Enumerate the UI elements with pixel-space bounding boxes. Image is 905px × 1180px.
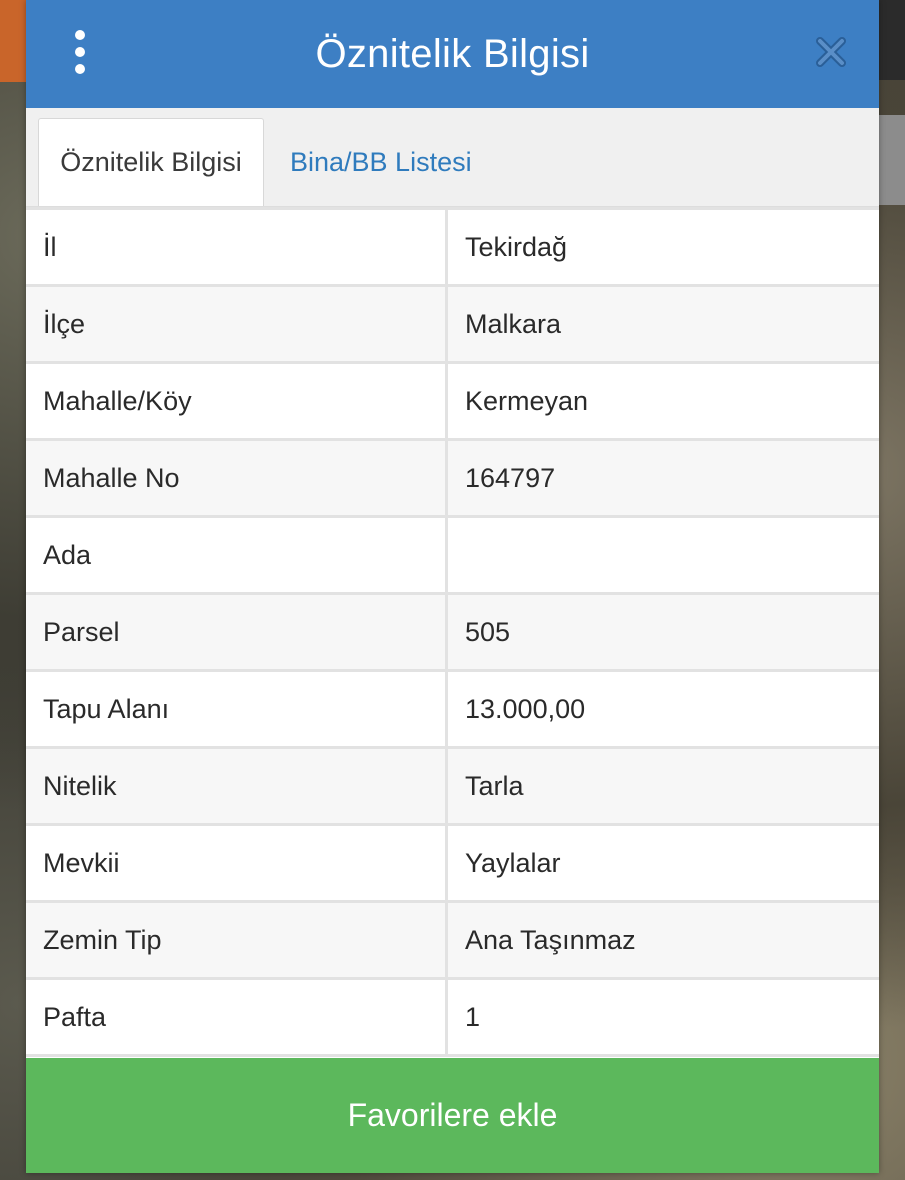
table-row: Parsel 505 — [26, 592, 879, 672]
row-value: Tekirdağ — [445, 207, 879, 287]
tab-attribute-info[interactable]: Öznitelik Bilgisi — [38, 118, 264, 206]
attribute-table: İl Tekirdağ İlçe Malkara Mahalle/Köy Ker… — [26, 207, 879, 1057]
row-value: Malkara — [445, 284, 879, 364]
tab-building-list[interactable]: Bina/BB Listesi — [290, 118, 472, 206]
table-row: Ada — [26, 515, 879, 595]
row-key: Pafta — [26, 977, 448, 1057]
map-overlay-dark — [879, 0, 905, 80]
row-key: İl — [26, 207, 448, 287]
table-row: Zemin Tip Ana Taşınmaz — [26, 900, 879, 980]
row-value: Kermeyan — [445, 361, 879, 441]
row-key: Zemin Tip — [26, 900, 448, 980]
row-value: 164797 — [445, 438, 879, 518]
row-value — [445, 515, 879, 595]
map-scrollbar-strip — [879, 115, 905, 205]
row-value: 505 — [445, 592, 879, 672]
dialog-header: Öznitelik Bilgisi — [26, 0, 879, 108]
table-row: Pafta 1 — [26, 977, 879, 1057]
row-key: Ada — [26, 515, 448, 595]
row-key: İlçe — [26, 284, 448, 364]
table-row: İl Tekirdağ — [26, 207, 879, 287]
row-value: Yaylalar — [445, 823, 879, 903]
dialog-title: Öznitelik Bilgisi — [315, 31, 590, 76]
row-key: Mahalle/Köy — [26, 361, 448, 441]
table-row: Mahalle/Köy Kermeyan — [26, 361, 879, 441]
row-key: Nitelik — [26, 746, 448, 826]
row-key: Parsel — [26, 592, 448, 672]
add-to-favorites-button[interactable]: Favorilere ekle — [26, 1058, 879, 1173]
table-row: İlçe Malkara — [26, 284, 879, 364]
kebab-menu-icon[interactable] — [68, 30, 92, 74]
attribute-info-dialog: Öznitelik Bilgisi Öznitelik Bilgisi Bina… — [26, 0, 879, 1173]
tab-bar: Öznitelik Bilgisi Bina/BB Listesi — [26, 108, 879, 207]
row-key: Mevkii — [26, 823, 448, 903]
table-row: Mahalle No 164797 — [26, 438, 879, 518]
row-key: Mahalle No — [26, 438, 448, 518]
table-row: Nitelik Tarla — [26, 746, 879, 826]
row-value: 13.000,00 — [445, 669, 879, 749]
row-key: Tapu Alanı — [26, 669, 448, 749]
row-value: Ana Taşınmaz — [445, 900, 879, 980]
row-value: 1 — [445, 977, 879, 1057]
table-row: Tapu Alanı 13.000,00 — [26, 669, 879, 749]
table-row: Mevkii Yaylalar — [26, 823, 879, 903]
close-icon[interactable] — [813, 34, 849, 70]
row-value: Tarla — [445, 746, 879, 826]
